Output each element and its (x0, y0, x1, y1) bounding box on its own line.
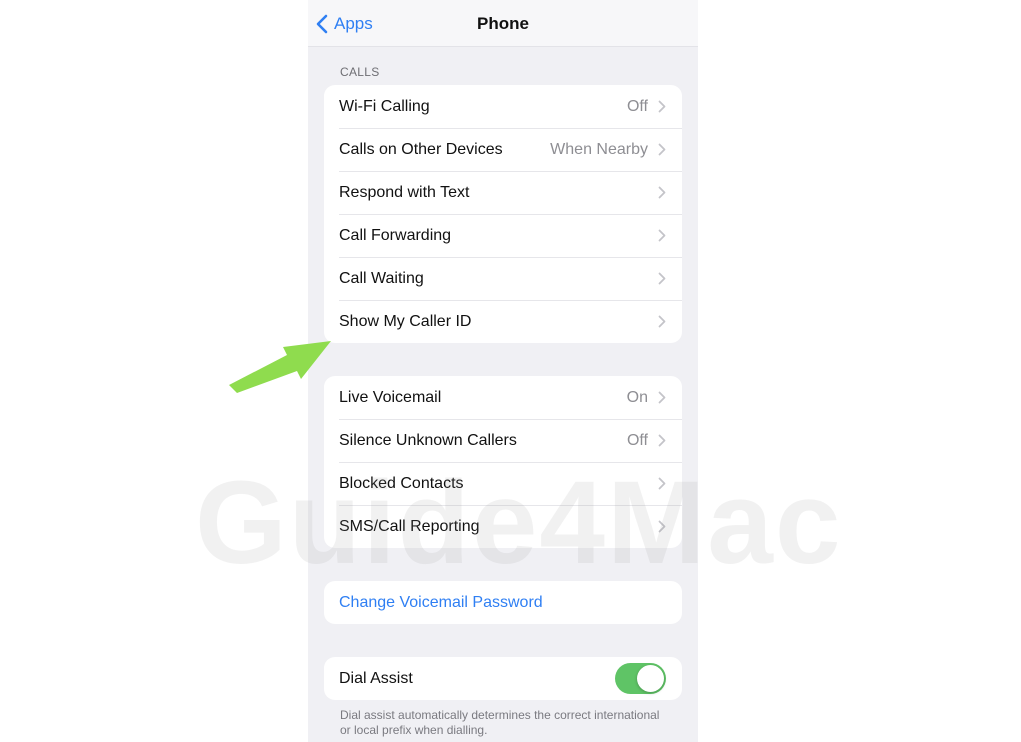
chevron-right-icon (658, 391, 666, 404)
row-wifi-calling[interactable]: Wi-Fi Calling Off (324, 85, 682, 128)
row-label: Blocked Contacts (339, 474, 464, 492)
chevron-right-icon (658, 272, 666, 285)
row-call-forwarding[interactable]: Call Forwarding (324, 214, 682, 257)
toggle-knob (637, 665, 664, 692)
chevron-right-icon (658, 477, 666, 490)
dial-assist-group: Dial Assist (324, 657, 682, 700)
change-voicemail-password-button[interactable]: Change Voicemail Password (324, 581, 682, 624)
chevron-right-icon (658, 434, 666, 447)
green-arrow-icon (225, 335, 337, 400)
screenshot-stage: Apps Phone CALLS Wi-Fi Calling Off Calls… (0, 0, 1021, 742)
change-voicemail-password-label: Change Voicemail Password (339, 593, 543, 611)
calls-section-header: CALLS (340, 65, 380, 79)
chevron-right-icon (658, 186, 666, 199)
row-label: Respond with Text (339, 183, 470, 201)
row-label: Silence Unknown Callers (339, 431, 517, 449)
row-value: Off (626, 97, 648, 115)
row-live-voicemail[interactable]: Live Voicemail On (324, 376, 682, 419)
navigation-bar: Apps Phone (308, 0, 698, 47)
row-dial-assist: Dial Assist (324, 657, 682, 700)
row-sms-call-reporting[interactable]: SMS/Call Reporting (324, 505, 682, 548)
row-label: Show My Caller ID (339, 312, 472, 330)
row-label: Calls on Other Devices (339, 140, 503, 158)
row-value: When Nearby (550, 140, 648, 158)
row-label: Call Forwarding (339, 226, 452, 244)
chevron-right-icon (658, 520, 666, 533)
chevron-right-icon (658, 315, 666, 328)
voicemail-group: Live Voicemail On Silence Unknown Caller… (324, 376, 682, 548)
row-blocked-contacts[interactable]: Blocked Contacts (324, 462, 682, 505)
row-label: Wi-Fi Calling (339, 97, 430, 115)
row-label: Call Waiting (339, 269, 424, 287)
row-label: SMS/Call Reporting (339, 517, 480, 535)
calls-group: Wi-Fi Calling Off Calls on Other Devices… (324, 85, 682, 343)
row-respond-with-text[interactable]: Respond with Text (324, 171, 682, 214)
page-title: Phone (477, 14, 529, 33)
chevron-right-icon (658, 229, 666, 242)
row-silence-unknown-callers[interactable]: Silence Unknown Callers Off (324, 419, 682, 462)
chevron-right-icon (658, 100, 666, 113)
phone-settings-screen: Apps Phone CALLS Wi-Fi Calling Off Calls… (308, 0, 698, 742)
row-value: On (626, 388, 648, 406)
row-label: Dial Assist (339, 669, 413, 687)
dial-assist-toggle[interactable] (615, 663, 666, 694)
row-label: Live Voicemail (339, 388, 442, 406)
row-calls-on-other-devices[interactable]: Calls on Other Devices When Nearby (324, 128, 682, 171)
chevron-right-icon (658, 143, 666, 156)
row-call-waiting[interactable]: Call Waiting (324, 257, 682, 300)
dial-assist-footer: Dial assist automatically determines the… (340, 708, 660, 737)
password-group: Change Voicemail Password (324, 581, 682, 624)
row-show-my-caller-id[interactable]: Show My Caller ID (324, 300, 682, 343)
row-value: Off (626, 431, 648, 449)
